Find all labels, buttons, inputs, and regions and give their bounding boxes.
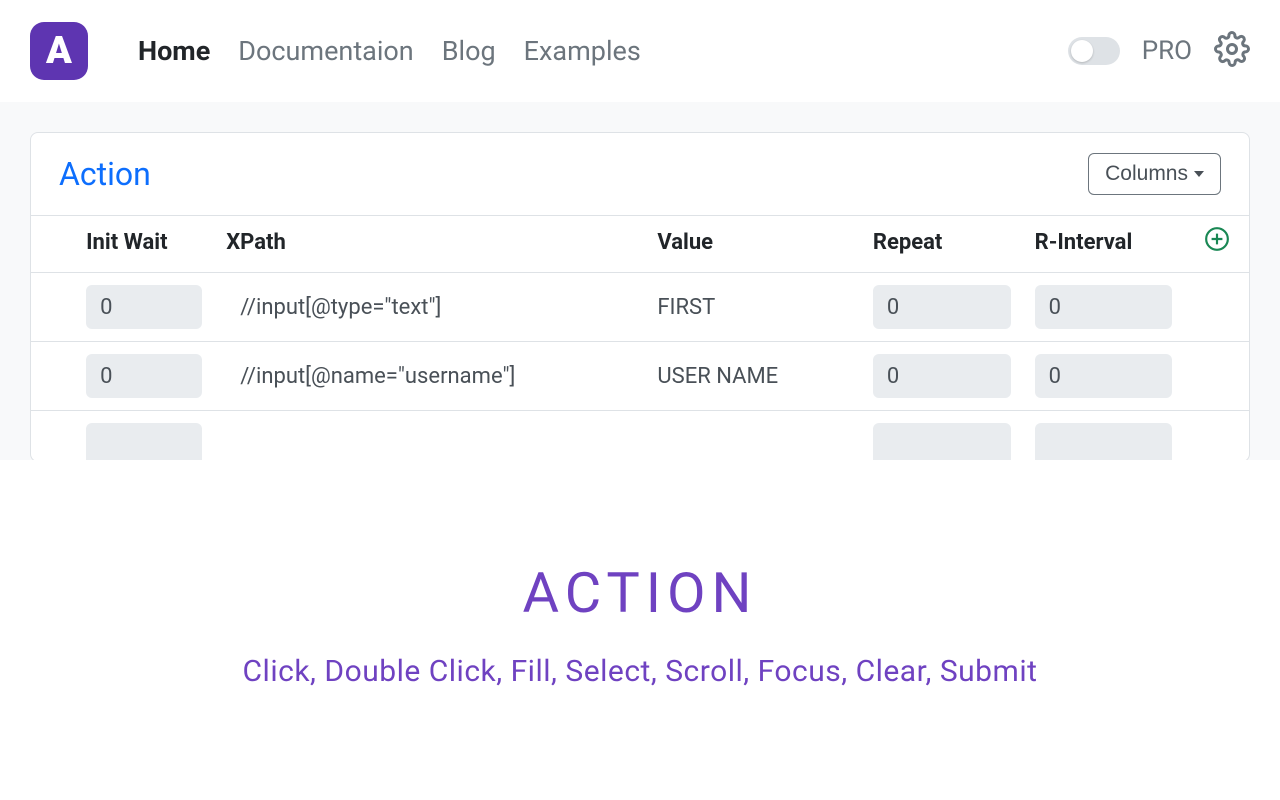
app-logo: A bbox=[30, 22, 88, 80]
main: Action Columns Init Wait XPath Value Rep… bbox=[0, 102, 1280, 460]
value-cell[interactable]: FIRST bbox=[657, 295, 715, 320]
init-wait-input[interactable]: 0 bbox=[86, 354, 202, 398]
xpath-cell[interactable]: //input[@type="text"] bbox=[226, 295, 441, 320]
card-header: Action Columns bbox=[31, 133, 1249, 215]
th-value: Value bbox=[645, 216, 861, 273]
nav-examples[interactable]: Examples bbox=[524, 35, 641, 67]
th-r-interval: R-Interval bbox=[1023, 216, 1185, 273]
th-repeat: Repeat bbox=[861, 216, 1023, 273]
pro-toggle[interactable] bbox=[1068, 37, 1120, 65]
nav: Home Documentaion Blog Examples bbox=[138, 35, 1068, 67]
repeat-input[interactable]: 0 bbox=[873, 285, 1011, 329]
repeat-input[interactable]: 0 bbox=[873, 354, 1011, 398]
logo-letter: A bbox=[46, 29, 72, 73]
hero-subtitle: Click, Double Click, Fill, Select, Scrol… bbox=[0, 654, 1280, 689]
r-interval-input[interactable] bbox=[1035, 423, 1173, 460]
init-wait-input[interactable]: 0 bbox=[86, 285, 202, 329]
table-row bbox=[31, 411, 1249, 461]
table-row: 0 //input[@name="username"] USER NAME 0 … bbox=[31, 342, 1249, 411]
th-xpath: XPath bbox=[214, 216, 645, 273]
repeat-input[interactable] bbox=[873, 423, 1011, 460]
columns-button[interactable]: Columns bbox=[1088, 153, 1221, 195]
actions-table: Init Wait XPath Value Repeat R-Interval … bbox=[31, 215, 1249, 460]
nav-home[interactable]: Home bbox=[138, 35, 210, 67]
caret-down-icon bbox=[1194, 171, 1204, 177]
nav-documentation[interactable]: Documentaion bbox=[238, 35, 413, 67]
r-interval-input[interactable]: 0 bbox=[1035, 285, 1173, 329]
xpath-cell[interactable]: //input[@name="username"] bbox=[226, 364, 515, 389]
card-title: Action bbox=[59, 155, 151, 193]
hero: ACTION Click, Double Click, Fill, Select… bbox=[0, 460, 1280, 689]
gear-icon[interactable] bbox=[1214, 31, 1250, 71]
value-cell[interactable]: USER NAME bbox=[657, 364, 778, 389]
init-wait-input[interactable] bbox=[86, 423, 202, 460]
header-right: PRO bbox=[1068, 31, 1250, 71]
action-card: Action Columns Init Wait XPath Value Rep… bbox=[30, 132, 1250, 460]
r-interval-input[interactable]: 0 bbox=[1035, 354, 1173, 398]
add-row-icon[interactable] bbox=[1204, 226, 1230, 252]
table-row: 0 //input[@type="text"] FIRST 0 0 bbox=[31, 273, 1249, 342]
hero-title: ACTION bbox=[0, 560, 1280, 626]
header: A Home Documentaion Blog Examples PRO bbox=[0, 0, 1280, 102]
pro-label: PRO bbox=[1142, 36, 1192, 66]
columns-button-label: Columns bbox=[1105, 162, 1188, 186]
th-init-wait: Init Wait bbox=[74, 216, 214, 273]
nav-blog[interactable]: Blog bbox=[442, 35, 496, 67]
